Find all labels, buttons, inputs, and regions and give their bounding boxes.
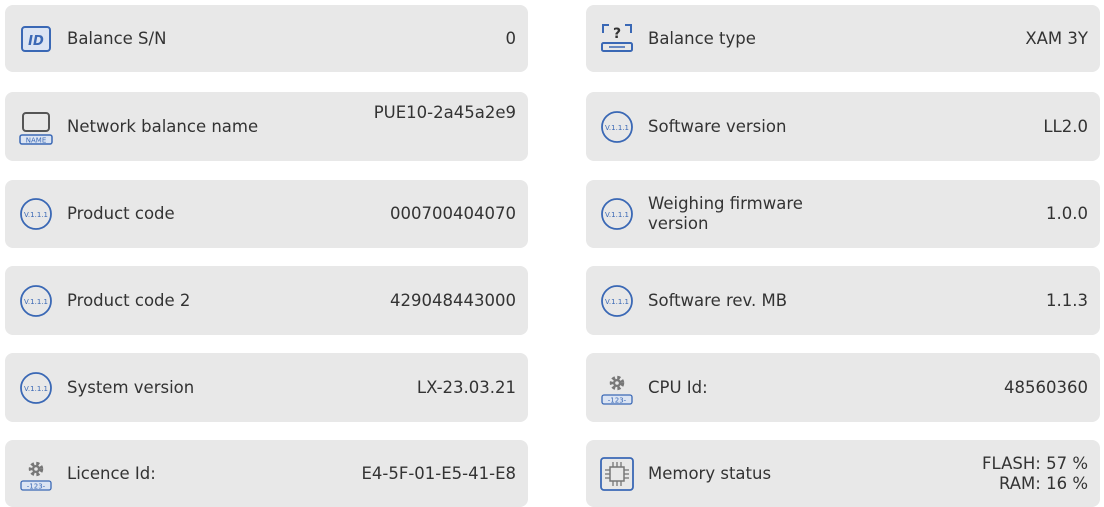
system-version-card[interactable]: V.1.1.1 System version LX-23.03.21 — [5, 353, 528, 422]
svg-text:NAME: NAME — [26, 136, 47, 144]
product-code-label: Product code — [67, 204, 175, 223]
chip-icon — [599, 456, 635, 492]
svg-text:V.1.1.1: V.1.1.1 — [605, 211, 629, 219]
svg-text:V.1.1.1: V.1.1.1 — [24, 298, 48, 306]
memory-ram-value: RAM: 16 % — [998, 473, 1088, 493]
version-icon: V.1.1.1 — [18, 370, 54, 406]
balance-type-icon: ? — [599, 21, 635, 57]
svg-text:ID: ID — [28, 34, 44, 49]
system-version-value: LX-23.03.21 — [416, 377, 516, 397]
memory-status-label: Memory status — [648, 463, 772, 483]
software-rev-mb-card[interactable]: V.1.1.1 Software rev. MB 1.1.3 — [586, 266, 1100, 335]
gear-code-icon: -123- — [599, 370, 635, 406]
weighing-firmware-version-card[interactable]: V.1.1.1 Weighing firmware version 1.0.0 — [586, 180, 1100, 248]
svg-text:V.1.1.1: V.1.1.1 — [24, 385, 48, 393]
svg-text:?: ? — [613, 26, 621, 42]
software-rev-mb-value: 1.1.3 — [1046, 290, 1088, 310]
name-tag-icon: NAME — [18, 109, 54, 145]
product-code-2-label: Product code 2 — [67, 290, 191, 310]
product-code-value: 000700404070 — [390, 204, 516, 223]
balance-sn-value: 0 — [505, 28, 517, 48]
product-code-2-card[interactable]: V.1.1.1 Product code 2 429048443000 — [5, 266, 528, 335]
version-icon: V.1.1.1 — [599, 196, 635, 232]
software-rev-mb-label: Software rev. MB — [648, 290, 788, 310]
licence-id-label: Licence Id: — [67, 463, 156, 483]
cpu-id-value: 48560360 — [1004, 377, 1088, 397]
version-icon: V.1.1.1 — [18, 283, 54, 319]
svg-text:V.1.1.1: V.1.1.1 — [24, 211, 48, 219]
licence-id-card[interactable]: -123- Licence Id: E4-5F-01-E5-41-E8 — [5, 440, 528, 507]
software-version-value: LL2.0 — [1043, 116, 1088, 136]
licence-id-value: E4-5F-01-E5-41-E8 — [361, 463, 516, 483]
svg-text:V.1.1.1: V.1.1.1 — [605, 124, 629, 132]
system-version-label: System version — [67, 377, 195, 397]
balance-type-label: Balance type — [648, 28, 756, 48]
id-icon: ID — [18, 21, 54, 57]
info-grid: ID Balance S/N 0 ? Balance type XAM 3Y N… — [0, 0, 1104, 507]
version-icon: V.1.1.1 — [18, 196, 54, 232]
version-icon: V.1.1.1 — [599, 283, 635, 319]
gear-code-icon: -123- — [18, 456, 54, 492]
network-balance-name-label: Network balance name — [67, 116, 259, 136]
product-code-card[interactable]: V.1.1.1 Product code 000700404070 — [5, 180, 528, 248]
software-version-label: Software version — [648, 116, 787, 136]
memory-status-value: FLASH: 57 % RAM: 16 % — [982, 454, 1088, 494]
memory-flash-value: FLASH: 57 % — [982, 453, 1088, 473]
balance-sn-label: Balance S/N — [67, 28, 167, 48]
cpu-id-label: CPU Id: — [648, 377, 708, 397]
weighing-firmware-version-value: 1.0.0 — [1046, 204, 1088, 223]
balance-type-card[interactable]: ? Balance type XAM 3Y — [586, 5, 1100, 72]
version-icon: V.1.1.1 — [599, 109, 635, 145]
svg-text:-123-: -123- — [27, 482, 46, 490]
balance-type-value: XAM 3Y — [1025, 28, 1088, 48]
svg-text:-123-: -123- — [608, 396, 627, 404]
svg-text:V.1.1.1: V.1.1.1 — [605, 298, 629, 306]
weighing-firmware-version-label: Weighing firmware version — [648, 194, 803, 233]
network-balance-name-card[interactable]: NAME Network balance name PUE10-2a45a2e9 — [5, 92, 528, 161]
network-balance-name-value: PUE10-2a45a2e9 — [373, 102, 516, 122]
product-code-2-value: 429048443000 — [390, 290, 516, 310]
balance-sn-card[interactable]: ID Balance S/N 0 — [5, 5, 528, 72]
cpu-id-card[interactable]: -123- CPU Id: 48560360 — [586, 353, 1100, 422]
memory-status-card[interactable]: Memory status FLASH: 57 % RAM: 16 % — [586, 440, 1100, 507]
software-version-card[interactable]: V.1.1.1 Software version LL2.0 — [586, 92, 1100, 161]
